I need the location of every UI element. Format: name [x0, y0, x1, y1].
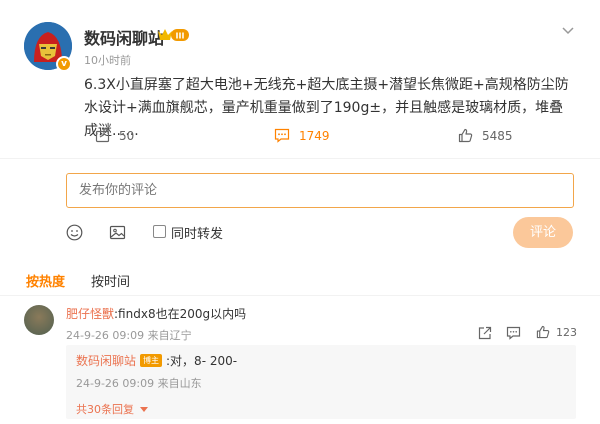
comment-text: :findx8也在200g以内吗 [114, 307, 247, 321]
like-button[interactable]: 5485 [458, 128, 513, 143]
comment-input[interactable] [66, 173, 574, 208]
comment-like-button[interactable]: 123 [536, 325, 577, 339]
also-repost-label[interactable]: 同时转发 [171, 223, 223, 242]
caret-down-icon [139, 407, 148, 412]
tab-sort-time[interactable]: 按时间 [91, 271, 130, 290]
reply-text: :对，8- 200- [166, 354, 238, 368]
more-replies-link[interactable]: 共30条回复 [76, 401, 148, 417]
comment-content: 肥仔怪獸:findx8也在200g以内吗 [66, 305, 246, 322]
comment-icon [274, 128, 290, 143]
comment-button[interactable]: 1749 [274, 128, 330, 143]
verified-badge-icon: v [56, 56, 72, 72]
comment-meta: 24-9-26 09:09 来自辽宁 [66, 329, 192, 342]
reply-icon[interactable] [506, 325, 521, 344]
divider [0, 295, 600, 296]
more-replies-label: 共30条回复 [76, 403, 134, 416]
reply-content: 数码闲聊站 博主:对，8- 200- [76, 352, 237, 369]
post-time: 10小时前 [84, 54, 131, 67]
crown-level-icon: III [156, 26, 190, 44]
repost-count: 50 [119, 128, 135, 143]
image-icon[interactable] [109, 224, 126, 245]
repost-icon [95, 128, 110, 143]
commenter-name[interactable]: 肥仔怪獸 [66, 307, 114, 321]
chevron-down-icon[interactable] [560, 22, 576, 38]
author-name[interactable]: 数码闲聊站 [84, 25, 164, 49]
tab-sort-hot[interactable]: 按热度 [26, 271, 65, 290]
reply-meta: 24-9-26 09:09 来自山东 [76, 377, 202, 390]
emoji-icon[interactable] [66, 224, 83, 245]
repost-button[interactable]: 50 [95, 128, 134, 143]
comment-count: 1749 [299, 128, 330, 143]
like-count: 5485 [482, 128, 513, 143]
share-icon[interactable] [478, 325, 492, 344]
submit-comment-button[interactable]: 评论 [513, 217, 573, 248]
commenter-avatar[interactable] [24, 305, 54, 335]
thumbs-up-icon [458, 128, 473, 143]
author-badge: 博主 [140, 354, 163, 367]
also-repost-checkbox[interactable] [153, 225, 166, 238]
divider [0, 158, 600, 159]
level-badge-text: III [176, 32, 185, 41]
comment-like-count: 123 [556, 325, 577, 339]
thumbs-up-icon [536, 325, 550, 339]
reply-author-name[interactable]: 数码闲聊站 [76, 352, 136, 369]
